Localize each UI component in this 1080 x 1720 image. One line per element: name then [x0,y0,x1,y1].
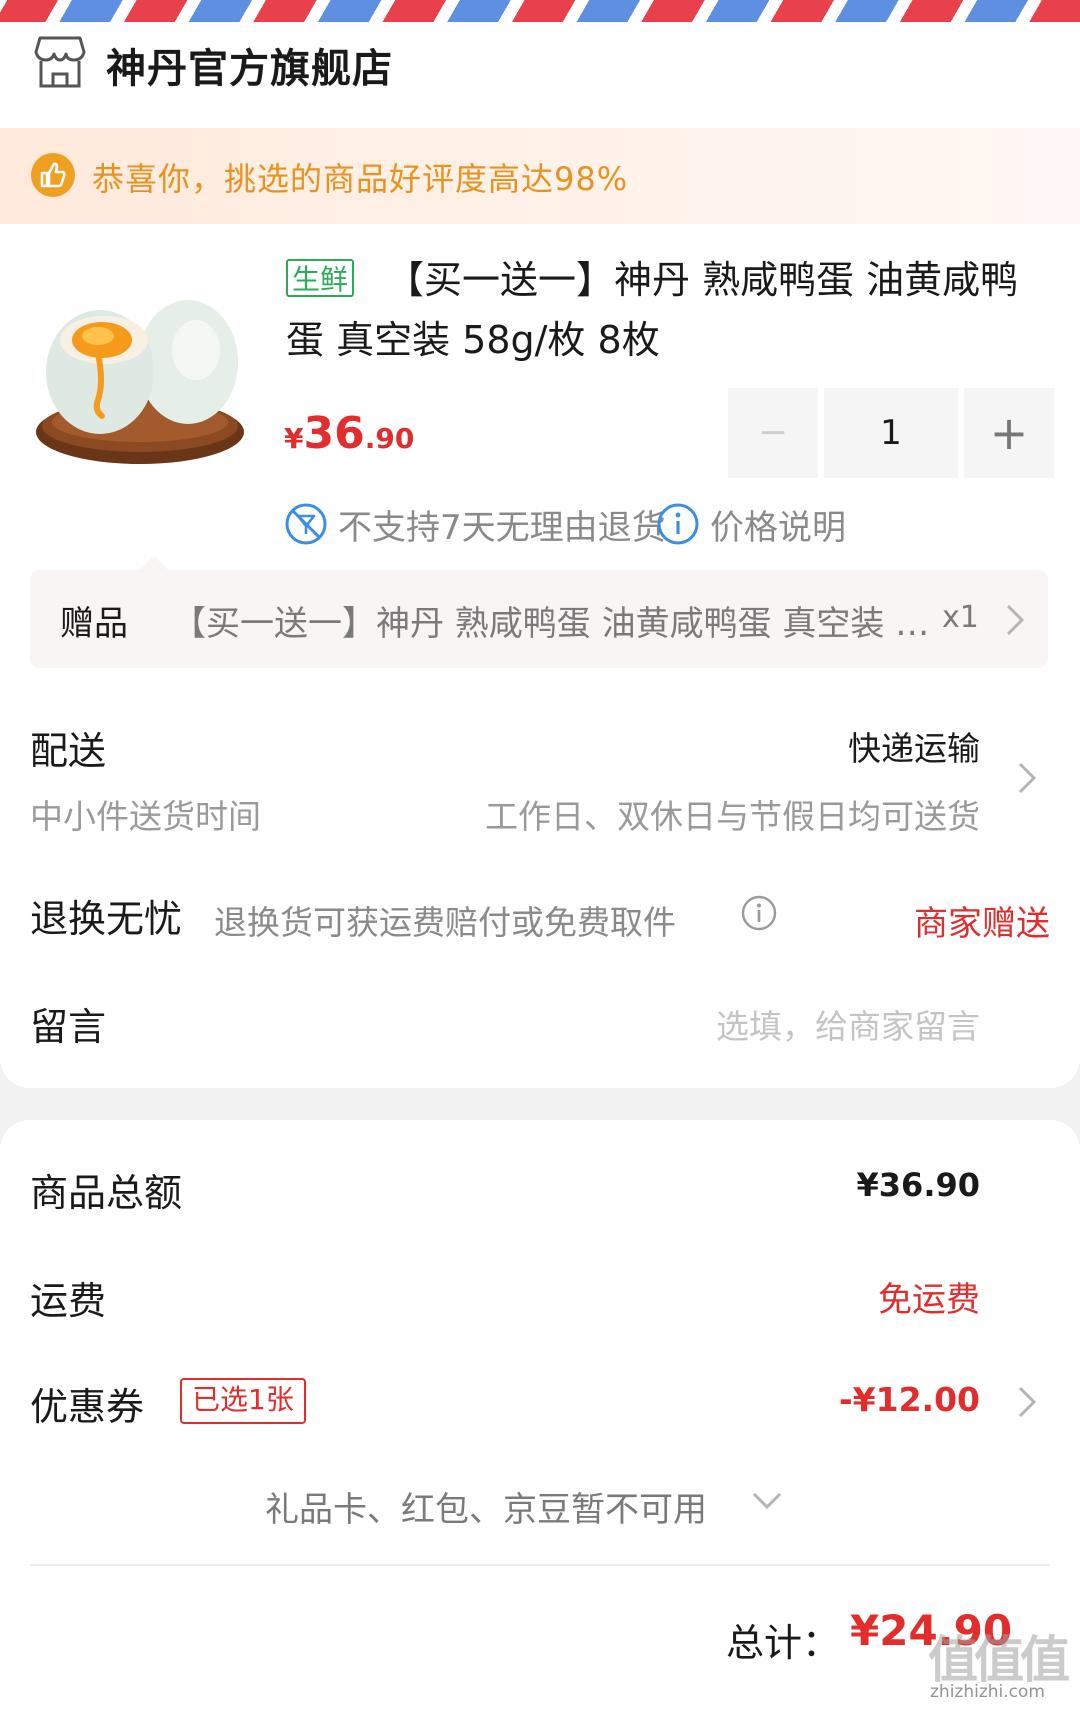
airmail-border [0,0,1080,22]
gift-quantity: x1 [942,600,979,635]
shop-name[interactable]: 神丹官方旗舰店 [106,36,393,94]
no-return-text: 不支持7天无理由退货 [338,508,666,548]
message-input[interactable]: 选填，给商家留言 [716,1000,980,1048]
coupon-tag: 已选1张 [180,1378,306,1424]
watermark: 值值值 zhizhizhi.com [920,1620,1070,1705]
watermark-url: zhizhizhi.com [930,1682,1045,1702]
unavailable-text: 礼品卡、红包、京豆暂不可用 [265,1490,707,1530]
info-icon [657,503,699,545]
product-price: ¥36.90 [284,408,414,459]
coupon-label: 优惠券 [30,1385,145,1429]
gift-row[interactable]: 赠品 【买一送一】神丹 熟咸鸭蛋 油黄咸鸭蛋 真空装 58g/枚 8枚 x1 [30,556,1048,668]
delivery-label: 配送 [30,729,107,773]
coupon-value: -¥12.00 [838,1380,980,1419]
divider [30,1564,1050,1566]
info-icon[interactable] [740,894,778,932]
goods-total-value: ¥36.90 [856,1166,980,1204]
price-decimal: .90 [364,422,415,455]
chevron-right-icon [1006,604,1025,636]
returns-desc: 退换货可获运费赔付或免费取件 [214,903,676,942]
price-integer: 36 [303,408,365,459]
chevron-right-icon [1018,762,1037,794]
no-return-policy[interactable]: 不支持7天无理由退货 [284,498,666,548]
store-icon [34,36,86,88]
quantity-stepper: − 1 + [728,388,1054,478]
delivery-time-value: 工作日、双休日与节假日均可送货 [485,797,980,836]
shipping-label: 运费 [30,1279,107,1323]
praise-text: 恭喜你，挑选的商品好评度高达98% [92,160,629,198]
returns-label: 退换无忧 [30,897,183,941]
chevron-down-icon [752,1492,782,1510]
message-label: 留言 [30,1005,107,1049]
price-info-link[interactable]: 价格说明 [656,498,856,548]
goods-total-label: 商品总额 [30,1171,183,1215]
delivery-method: 快递运输 [848,729,980,768]
returns-value: 商家赠送 [914,904,1050,944]
shop-header[interactable]: 神丹官方旗舰店 [0,26,1080,122]
gift-text: 【买一送一】神丹 熟咸鸭蛋 油黄咸鸭蛋 真空装 58g/枚 8枚 [172,604,932,644]
price-info-text: 价格说明 [710,508,846,548]
delivery-time-label: 中小件送货时间 [30,797,261,836]
price-currency: ¥ [284,422,304,455]
product-image[interactable] [28,282,258,472]
product-title[interactable]: 【买一送一】神丹 熟咸鸭蛋 油黄咸鸭蛋 真空装 58g/枚 8枚 [286,250,1056,370]
total-label: 总计： [726,1621,841,1665]
chevron-right-icon [1018,1386,1037,1418]
shipping-value: 免运费 [878,1280,980,1320]
praise-banner: 恭喜你，挑选的商品好评度高达98% [0,128,1080,224]
decrease-button[interactable]: − [728,388,818,478]
no-return-icon [285,503,327,545]
quantity-value[interactable]: 1 [824,388,958,478]
order-card: 神丹官方旗舰店 恭喜你，挑选的商品好评度高达98% 生鲜 【买一送一】神丹 熟咸… [0,0,1080,1088]
thumbs-up-icon [31,153,75,197]
gift-label: 赠品 [60,604,128,644]
increase-button[interactable]: + [964,388,1054,478]
